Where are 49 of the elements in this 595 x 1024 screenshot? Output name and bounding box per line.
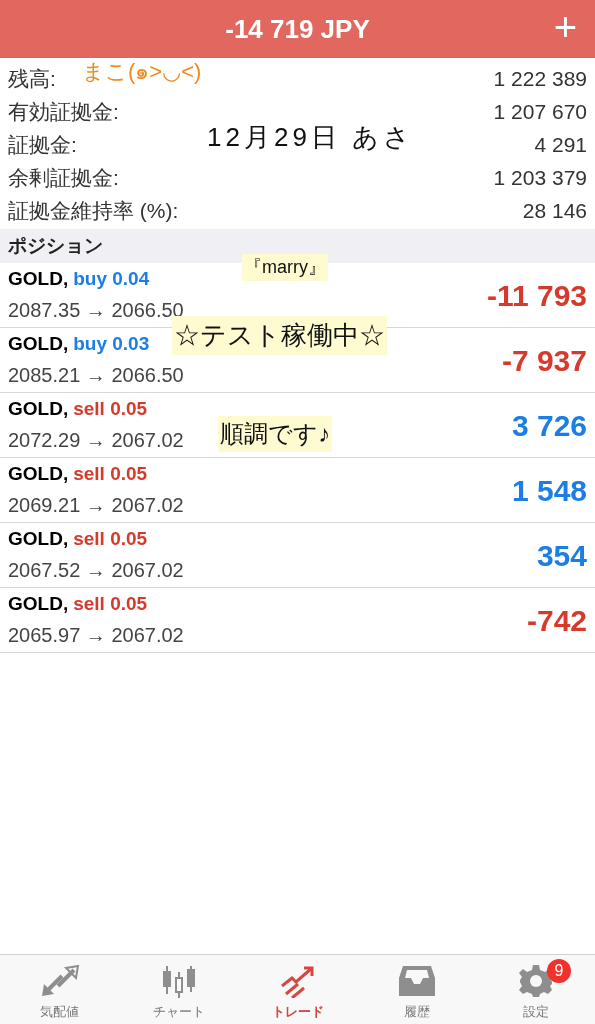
header-title: -14 719 JPY <box>225 12 370 46</box>
position-row[interactable]: GOLD, sell 0.05 2065.97 → 2067.02 -742 <box>0 588 595 653</box>
price-text: 2069.21 → 2067.02 <box>8 493 184 519</box>
profit-value: 3 726 <box>511 407 587 444</box>
handwritten-note: まこ(๑>◡<) <box>81 58 203 86</box>
order-label: sell 0.05 <box>73 526 148 551</box>
summary-label: 余剰証拠金: <box>8 164 119 191</box>
profit-value: 354 <box>536 537 587 574</box>
tab[interactable]: 気配値 <box>0 955 119 1024</box>
summary-value: 28 146 <box>522 197 587 224</box>
symbol-label: GOLD, <box>8 591 69 616</box>
profit-value: -742 <box>526 602 587 639</box>
price-text: 2065.97 → 2067.02 <box>8 623 184 649</box>
symbol-label: GOLD, <box>8 266 69 291</box>
order-label: buy 0.03 <box>73 331 150 356</box>
position-row[interactable]: GOLD, sell 0.05 2069.21 → 2067.02 1 548 <box>0 458 595 523</box>
symbol-label: GOLD, <box>8 331 69 356</box>
order-label: sell 0.05 <box>73 461 148 486</box>
summary-label: 証拠金維持率 (%): <box>8 197 179 224</box>
summary-value: 4 291 <box>534 131 587 158</box>
tab[interactable]: トレード <box>238 955 357 1024</box>
position-row[interactable]: GOLD, sell 0.05 2067.52 → 2067.02 354 <box>0 523 595 588</box>
summary-label: 証拠金: <box>8 131 77 158</box>
order-label: buy 0.04 <box>73 266 150 291</box>
price-text: 2085.21 → 2066.50 <box>8 363 184 389</box>
tab[interactable]: チャート <box>119 955 238 1024</box>
notification-badge: 9 <box>547 959 571 983</box>
symbol-label: GOLD, <box>8 396 69 421</box>
tab[interactable]: 履歴 <box>357 955 476 1024</box>
summary-value: 1 203 379 <box>493 164 587 191</box>
price-text: 2067.52 → 2067.02 <box>8 558 184 584</box>
handwritten-note: 順調です♪ <box>218 416 332 452</box>
diagonal-arrows-icon <box>39 963 80 998</box>
summary-value: 1 222 389 <box>493 65 587 92</box>
symbol-label: GOLD, <box>8 461 69 486</box>
summary-label: 残高: <box>8 65 56 92</box>
tab[interactable]: 設定 9 <box>476 955 595 1024</box>
summary-value: 1 207 670 <box>493 98 587 125</box>
profit-value: -7 937 <box>501 342 587 379</box>
order-label: sell 0.05 <box>73 591 148 616</box>
handwritten-note: ☆テスト稼働中☆ <box>172 316 387 355</box>
summary-label: 有効証拠金: <box>8 98 119 125</box>
profit-value: 1 548 <box>511 472 587 509</box>
price-text: 2072.29 → 2067.02 <box>8 428 184 454</box>
profit-value: -11 793 <box>486 277 587 314</box>
inbox-tray-icon <box>396 963 437 998</box>
handwritten-note: 12月29日 あさ <box>206 121 416 154</box>
order-label: sell 0.05 <box>73 396 148 421</box>
symbol-label: GOLD, <box>8 526 69 551</box>
